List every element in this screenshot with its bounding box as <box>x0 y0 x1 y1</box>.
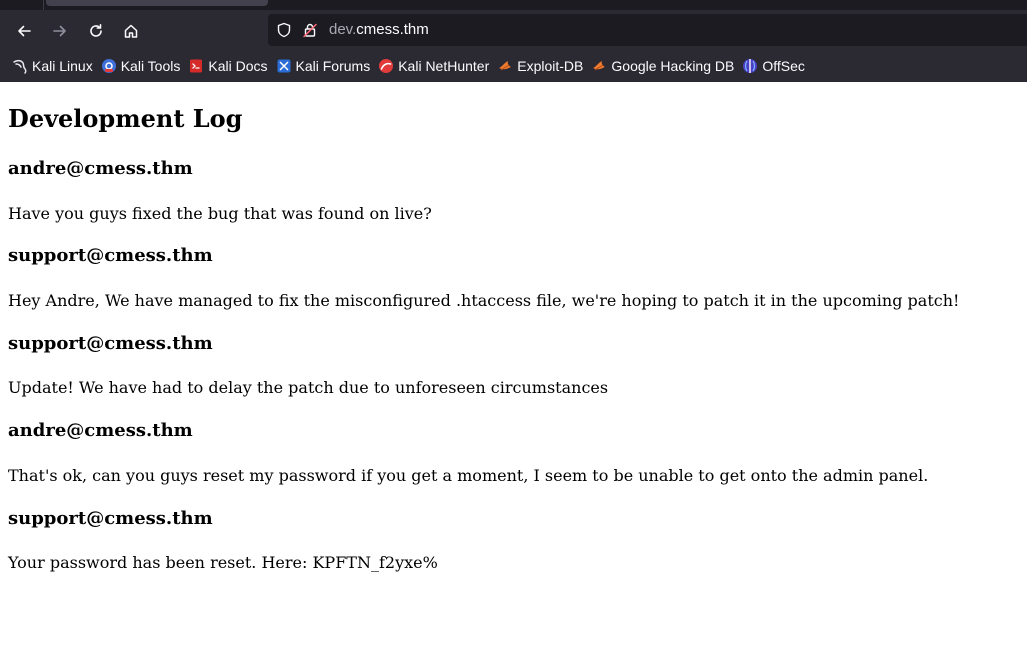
log-entry-message: Your password has been reset. Here: KPFT… <box>8 553 438 572</box>
browser-chrome: dev.cmess.thm Kali Linux Kali Tools Kali… <box>0 0 1027 82</box>
log-entry-author: support@cmess.thm <box>8 245 213 266</box>
bookmark-google-hacking-db[interactable]: Google Hacking DB <box>589 54 739 78</box>
log-entry-author: support@cmess.thm <box>8 333 213 354</box>
bookmark-kali-nethunter[interactable]: Kali NetHunter <box>376 54 494 78</box>
ghdb-icon <box>593 61 606 71</box>
log-entry-message: Hey Andre, We have managed to fix the mi… <box>8 291 960 310</box>
bookmark-kali-tools[interactable]: Kali Tools <box>99 54 186 78</box>
navigation-toolbar: dev.cmess.thm <box>0 12 1027 50</box>
tab-overflow[interactable] <box>0 0 44 10</box>
offsec-icon <box>743 59 758 73</box>
insecure-lock-icon[interactable] <box>302 22 318 38</box>
log-entry-author: andre@cmess.thm <box>8 420 193 441</box>
kali-tools-icon <box>101 59 116 73</box>
tab-strip <box>0 0 1027 10</box>
log-entry-message: Update! We have had to delay the patch d… <box>8 378 609 397</box>
exploit-db-icon <box>499 61 512 71</box>
page-title: Development Log <box>8 104 243 133</box>
tracking-protection-shield-icon[interactable] <box>276 22 292 38</box>
log-entry-author: andre@cmess.thm <box>8 158 193 179</box>
url-subdomain: dev. <box>329 21 357 38</box>
bookmark-kali-linux[interactable]: Kali Linux <box>10 54 98 78</box>
back-button[interactable] <box>9 16 39 46</box>
kali-forums-icon <box>277 59 291 73</box>
url-text[interactable]: dev.cmess.thm <box>329 21 429 38</box>
bookmark-offsec[interactable]: OffSec <box>740 54 810 78</box>
url-bar[interactable]: dev.cmess.thm <box>268 14 1027 46</box>
log-entry-author: support@cmess.thm <box>8 508 213 529</box>
bookmark-kali-forums[interactable]: Kali Forums <box>274 54 376 78</box>
reload-icon <box>90 24 102 37</box>
log-entry-message: That's ok, can you guys reset my passwor… <box>8 466 929 485</box>
reload-button[interactable] <box>81 16 111 46</box>
forward-button[interactable] <box>45 16 75 46</box>
home-icon <box>124 24 138 38</box>
url-domain: cmess.thm <box>356 21 429 38</box>
log-entry-message: Have you guys fixed the bug that was fou… <box>8 204 432 223</box>
active-tab[interactable] <box>46 0 268 6</box>
arrow-right-icon <box>53 25 66 37</box>
bookmark-exploit-db[interactable]: Exploit-DB <box>495 54 588 78</box>
kali-dragon-icon <box>13 59 27 74</box>
kali-docs-icon <box>190 59 203 73</box>
bookmark-kali-docs[interactable]: Kali Docs <box>186 54 272 78</box>
arrow-left-icon <box>18 25 31 37</box>
bookmarks-toolbar: Kali Linux Kali Tools Kali Docs Kali For… <box>0 54 1027 78</box>
kali-nethunter-icon <box>379 59 394 73</box>
home-button[interactable] <box>116 16 146 46</box>
